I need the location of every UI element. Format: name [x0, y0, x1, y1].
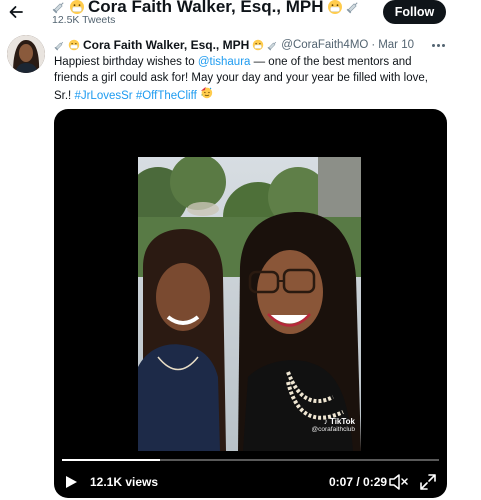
mask-face-icon: [327, 0, 343, 15]
syringe-icon: [54, 40, 65, 51]
tweet-text: Happiest birthday wishes to @tishaura — …: [54, 54, 449, 104]
tweet-text-segment: Sr.!: [54, 90, 75, 102]
author-name[interactable]: Cora Faith Walker, Esq., MPH: [83, 38, 249, 52]
separator-dot: ·: [371, 39, 376, 51]
mention-link[interactable]: @tishaura: [198, 56, 251, 68]
back-arrow-icon[interactable]: [6, 2, 26, 22]
syringe-icon: [267, 40, 278, 51]
video-frame[interactable]: ♪ TikTok @corafaithclub: [138, 157, 361, 451]
video-controls: 12.1K views 0:07 / 0:29: [54, 469, 447, 495]
tweet-author-row: Cora Faith Walker, Esq., MPH @CoraFaith4…: [54, 37, 414, 53]
mask-face-icon: [68, 39, 80, 51]
mask-face-icon: [252, 39, 264, 51]
video-player[interactable]: ♪ TikTok @corafaithclub 12.1K views 0:07…: [54, 109, 447, 498]
follow-button[interactable]: Follow: [383, 0, 446, 24]
video-progress-bar[interactable]: [62, 459, 439, 461]
author-handle[interactable]: @CoraFaith4MO: [281, 39, 368, 51]
tiktok-logo-icon: ♪: [323, 417, 328, 426]
syringe-icon: [52, 0, 66, 14]
hashtag-link[interactable]: #OffTheCliff: [136, 90, 197, 102]
header-name: Cora Faith Walker, Esq., MPH: [88, 0, 324, 16]
tiktok-watermark: ♪ TikTok @corafaithclub: [312, 417, 355, 433]
video-still-image: [138, 157, 361, 451]
play-icon[interactable]: [64, 475, 78, 489]
more-options-icon[interactable]: [428, 38, 448, 52]
video-progress-fill: [62, 459, 161, 461]
profile-header: Cora Faith Walker, Esq., MPH 12.5K Tweet…: [0, 0, 481, 32]
mask-face-icon: [69, 0, 85, 15]
syringe-icon: [346, 0, 360, 14]
video-time: 0:07 / 0:29: [329, 475, 388, 489]
muted-speaker-icon[interactable]: [388, 473, 408, 491]
hashtag-link[interactable]: #JrLovesSr: [74, 90, 132, 102]
fullscreen-icon[interactable]: [419, 473, 437, 491]
tiktok-user: @corafaithclub: [311, 426, 355, 433]
party-face-icon: [200, 86, 213, 99]
tweet-text-segment: Happiest birthday wishes to: [54, 56, 198, 68]
view-count: 12.1K views: [90, 475, 159, 489]
tweet-text-segment: — one of the best mentors and: [250, 56, 412, 68]
tiktok-label: TikTok: [329, 417, 355, 426]
tweet-text-segment: friends a girl could ask for! May your d…: [54, 72, 428, 84]
tweet-date[interactable]: Mar 10: [378, 39, 414, 51]
tweet-count: 12.5K Tweets: [52, 14, 116, 26]
avatar[interactable]: [7, 35, 45, 73]
